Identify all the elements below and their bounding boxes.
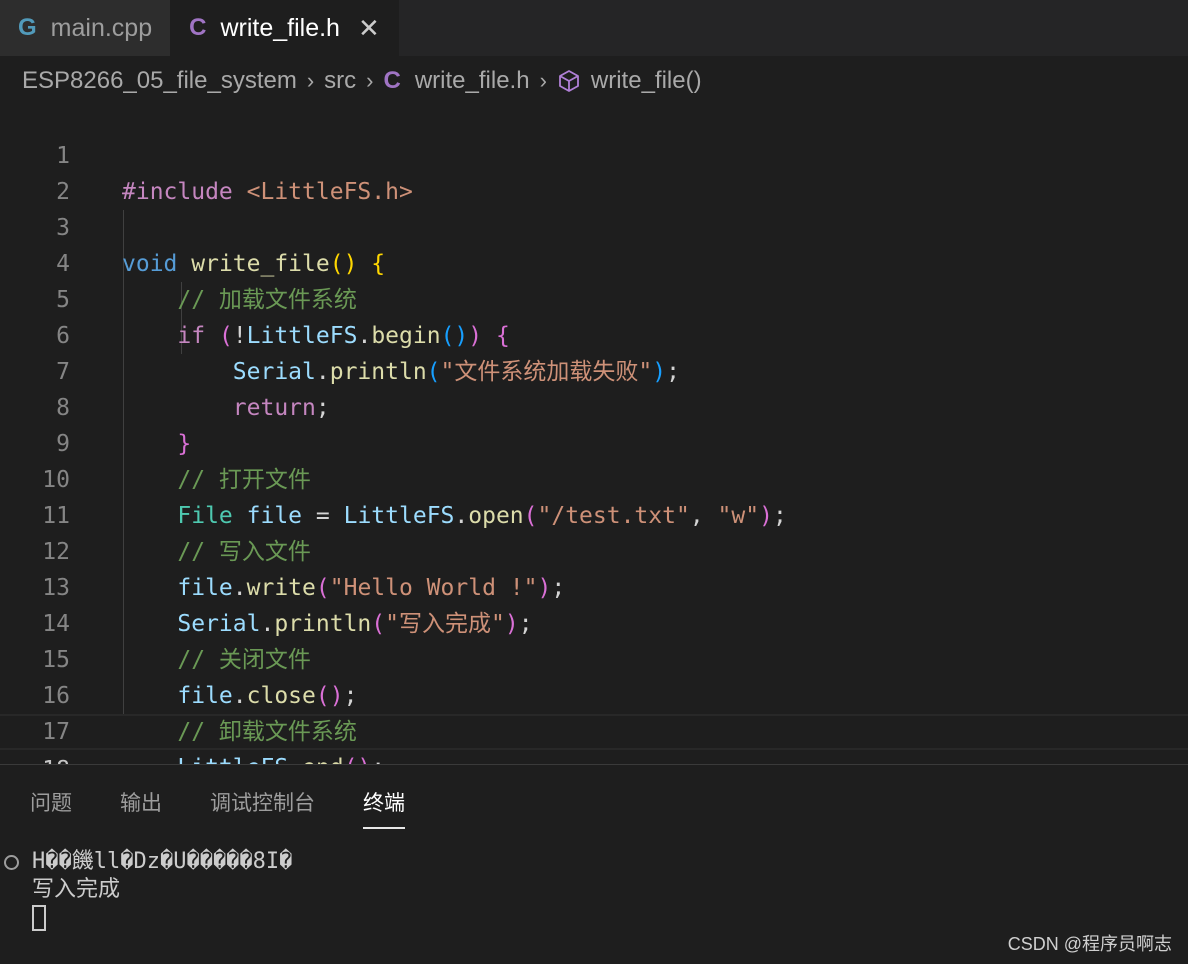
panel-tabs: 问题 输出 调试控制台 终端	[30, 787, 453, 829]
code-line[interactable]: 3 void write_file() {	[0, 174, 1188, 277]
tab-main-cpp[interactable]: G main.cpp	[0, 0, 172, 56]
close-icon[interactable]: ✕	[358, 13, 380, 44]
code-line[interactable]: 7 return;	[0, 318, 1188, 421]
tab-terminal[interactable]: 终端	[363, 787, 405, 829]
code-editor[interactable]: 1 #include <LittleFS.h> 2 3 void write_f…	[0, 102, 1188, 819]
breadcrumb-symbol[interactable]: write_file()	[591, 67, 702, 95]
chevron-right-icon: ›	[539, 68, 547, 93]
code-line[interactable]: 10 File file = LittleFS.open("/test.txt"…	[0, 426, 1188, 529]
terminal-line: H��饑ll�Dz�U�����8I�	[32, 849, 293, 874]
code-line[interactable]: 13 Serial.println("写入完成");	[0, 534, 1188, 637]
circle-status-icon	[4, 855, 19, 870]
watermark: CSDN @程序员啊志	[1007, 934, 1172, 954]
terminal-line: 写入完成	[32, 877, 121, 902]
tab-problems[interactable]: 问题	[30, 787, 72, 829]
breadcrumb-file[interactable]: write_file.h	[415, 67, 530, 95]
code-line[interactable]: 2	[0, 138, 1188, 205]
c-header-file-icon: C	[189, 14, 207, 41]
code-line[interactable]: 16 // 卸载文件系统	[0, 642, 1188, 745]
code-line[interactable]: 9 // 打开文件	[0, 390, 1188, 493]
tab-label: write_file.h	[220, 13, 340, 42]
chevron-right-icon: ›	[366, 68, 374, 93]
code-line[interactable]: 15 file.close();	[0, 606, 1188, 709]
method-cube-icon	[557, 69, 581, 93]
tab-write-file-h[interactable]: C write_file.h ✕	[171, 0, 399, 56]
code-line[interactable]: 17 LittleFS.end();	[0, 678, 1188, 781]
code-line[interactable]: 12 file.write("Hello World !");	[0, 498, 1188, 601]
code-line-current[interactable]: 18 }	[0, 714, 1188, 819]
code-line[interactable]: 11 // 写入文件	[0, 462, 1188, 565]
breadcrumb-folder[interactable]: src	[324, 67, 356, 95]
tab-output[interactable]: 输出	[120, 787, 162, 829]
code-line[interactable]: 4 // 加载文件系统	[0, 210, 1188, 313]
c-header-file-icon: C	[383, 67, 401, 94]
tab-label: main.cpp	[50, 13, 153, 42]
code-line[interactable]: 5 if (!LittleFS.begin()) {	[0, 246, 1188, 349]
code-line[interactable]: 14 // 关闭文件	[0, 570, 1188, 673]
tab-debug-console[interactable]: 调试控制台	[210, 787, 315, 829]
breadcrumb: ESP8266_05_file_system › src › C write_f…	[0, 56, 1188, 106]
chevron-right-icon: ›	[306, 68, 315, 93]
code-line[interactable]: 1 #include <LittleFS.h>	[0, 102, 1188, 205]
code-line[interactable]: 6 Serial.println("文件系统加载失败");	[0, 282, 1188, 385]
terminal-cursor	[32, 905, 46, 931]
breadcrumb-project[interactable]: ESP8266_05_file_system	[22, 67, 297, 95]
cpp-file-icon: G	[18, 14, 37, 41]
editor-tab-bar: G main.cpp C write_file.h ✕	[0, 0, 1188, 56]
code-line[interactable]: 8 }	[0, 354, 1188, 457]
bottom-panel: 问题 输出 调试控制台 终端 H��饑ll�Dz�U�����8I� 写入完成 …	[0, 764, 1188, 964]
